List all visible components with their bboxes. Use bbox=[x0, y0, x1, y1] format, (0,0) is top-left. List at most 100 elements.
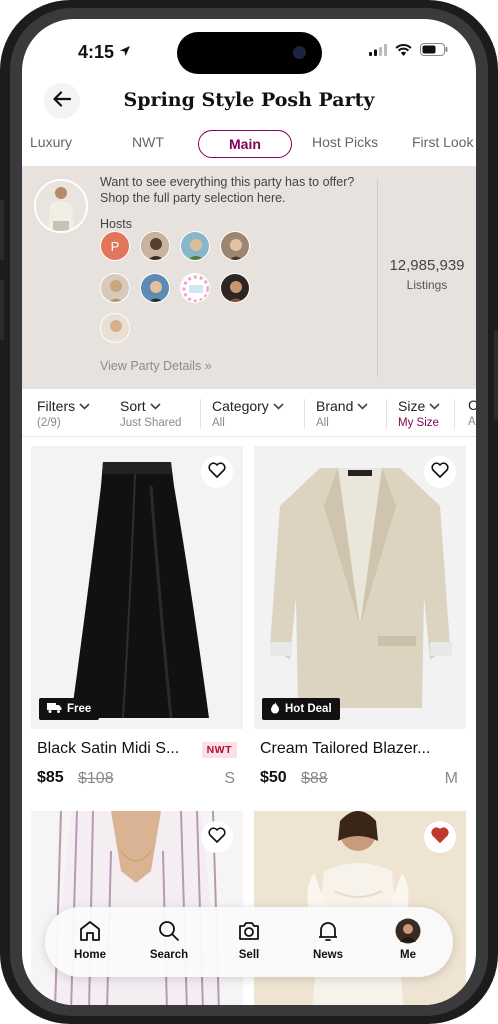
view-party-details-link[interactable]: View Party Details » bbox=[100, 359, 212, 373]
filter-value: All bbox=[316, 417, 329, 429]
like-button[interactable] bbox=[201, 456, 233, 488]
filter-filters[interactable]: Filters (2/9) bbox=[37, 397, 90, 433]
chevron-down-icon bbox=[429, 397, 440, 413]
host-avatar[interactable] bbox=[180, 273, 210, 303]
like-button[interactable] bbox=[424, 456, 456, 488]
filter-label: Category bbox=[212, 398, 269, 414]
listings-count: 12,985,939 bbox=[389, 257, 465, 274]
status-bar: 4:15 bbox=[22, 19, 476, 79]
heart-icon bbox=[208, 461, 226, 483]
listing-size: S bbox=[224, 770, 235, 787]
tab-first-look[interactable]: First Look bbox=[412, 134, 473, 150]
nav-sell[interactable]: Sell bbox=[214, 917, 284, 961]
nav-home[interactable]: Home bbox=[55, 917, 125, 961]
filter-value: My Size bbox=[398, 417, 439, 429]
party-tabs: Luxury NWT Main Host Picks First Look bbox=[22, 123, 476, 167]
chevron-down-icon bbox=[273, 397, 284, 413]
listing-size: M bbox=[444, 770, 458, 787]
listing-card[interactable]: Free Black Satin Midi S... NWT $85 $108 … bbox=[31, 446, 243, 796]
profile-avatar bbox=[373, 917, 443, 945]
tab-luxury[interactable]: Luxury bbox=[30, 134, 72, 150]
truck-icon bbox=[47, 702, 62, 716]
host-avatar[interactable] bbox=[180, 231, 210, 261]
host-initial: P bbox=[110, 238, 120, 254]
nwt-tag: NWT bbox=[201, 742, 237, 758]
signal-icon bbox=[369, 43, 387, 61]
listing-title[interactable]: Black Satin Midi S... bbox=[37, 740, 179, 758]
filter-sort[interactable]: Sort Just Shared bbox=[120, 397, 181, 433]
party-description[interactable]: Want to see everything this party has to… bbox=[100, 174, 370, 206]
divider bbox=[200, 399, 201, 429]
filter-label: C bbox=[468, 397, 476, 413]
screen: 4:15 Spring Style Posh Party Luxury NWT … bbox=[22, 19, 476, 1005]
host-avatar[interactable] bbox=[140, 231, 170, 261]
like-button[interactable] bbox=[424, 821, 456, 853]
battery-icon bbox=[420, 43, 448, 61]
divider bbox=[304, 399, 305, 429]
hosts-label: Hosts bbox=[100, 217, 132, 231]
flame-icon bbox=[270, 701, 280, 717]
status-icons bbox=[369, 43, 448, 61]
nav-label: Search bbox=[149, 949, 189, 961]
heart-icon bbox=[208, 826, 226, 848]
chevron-down-icon bbox=[150, 397, 161, 413]
page-title: Spring Style Posh Party bbox=[123, 89, 375, 111]
heart-icon bbox=[431, 461, 449, 483]
filter-label: Size bbox=[398, 398, 426, 414]
filter-value: (2/9) bbox=[37, 417, 61, 429]
nav-news[interactable]: News bbox=[293, 917, 363, 961]
filter-label: Sort bbox=[120, 398, 146, 414]
nav-label: Me bbox=[400, 949, 416, 961]
filter-value: A bbox=[468, 416, 476, 428]
host-avatar[interactable] bbox=[100, 313, 130, 343]
bell-icon bbox=[293, 917, 363, 945]
divider bbox=[454, 399, 455, 429]
top-header: Spring Style Posh Party bbox=[22, 81, 476, 123]
filter-brand[interactable]: Brand All bbox=[316, 397, 368, 433]
filter-category[interactable]: Category All bbox=[212, 397, 284, 433]
host-avatar[interactable]: P bbox=[100, 231, 130, 261]
nav-search[interactable]: Search bbox=[134, 917, 204, 961]
deal-badge: Hot Deal bbox=[262, 698, 340, 720]
listing-image[interactable]: Hot Deal bbox=[254, 446, 466, 729]
chevron-down-icon bbox=[357, 397, 368, 413]
location-arrow-icon bbox=[119, 41, 131, 62]
status-time: 4:15 bbox=[78, 41, 131, 63]
divider bbox=[386, 399, 387, 429]
listing-title[interactable]: Cream Tailored Blazer... bbox=[260, 740, 430, 758]
nav-label: Home bbox=[74, 949, 106, 961]
host-avatar[interactable] bbox=[220, 273, 250, 303]
chevron-down-icon bbox=[79, 397, 90, 413]
filter-bar: Filters (2/9) Sort Just Shared Category … bbox=[22, 389, 476, 437]
home-icon bbox=[55, 917, 125, 945]
like-button[interactable] bbox=[201, 821, 233, 853]
host-avatar[interactable] bbox=[100, 273, 130, 303]
camera-icon bbox=[293, 46, 306, 59]
party-cover-image[interactable] bbox=[34, 179, 88, 233]
host-avatar[interactable] bbox=[220, 231, 250, 261]
filter-value: Just Shared bbox=[120, 417, 182, 429]
nav-label: News bbox=[312, 949, 344, 961]
host-avatar[interactable] bbox=[140, 273, 170, 303]
filter-condition[interactable]: C A bbox=[468, 397, 476, 433]
tab-host-picks[interactable]: Host Picks bbox=[312, 134, 378, 150]
listings-label: Listings bbox=[406, 278, 448, 292]
volume-button bbox=[0, 280, 4, 340]
volume-button bbox=[0, 200, 4, 260]
search-icon bbox=[134, 917, 204, 945]
badge-label: Hot Deal bbox=[285, 703, 332, 715]
filter-value: All bbox=[212, 417, 225, 429]
filter-size[interactable]: Size My Size bbox=[398, 397, 440, 433]
filter-label: Brand bbox=[316, 398, 354, 414]
listing-image[interactable]: Free bbox=[31, 446, 243, 729]
badge-label: Free bbox=[67, 703, 92, 715]
nav-label: Sell bbox=[238, 949, 260, 961]
original-price: $88 bbox=[301, 770, 328, 787]
listing-card[interactable]: Hot Deal Cream Tailored Blazer... $50 $8… bbox=[254, 446, 466, 796]
tab-nwt[interactable]: NWT bbox=[132, 134, 164, 150]
nav-me[interactable]: Me bbox=[373, 917, 443, 961]
wifi-icon bbox=[395, 43, 412, 61]
tab-main[interactable]: Main bbox=[198, 130, 292, 158]
listing-price: $50 bbox=[260, 769, 287, 786]
heart-filled-icon bbox=[431, 826, 449, 848]
